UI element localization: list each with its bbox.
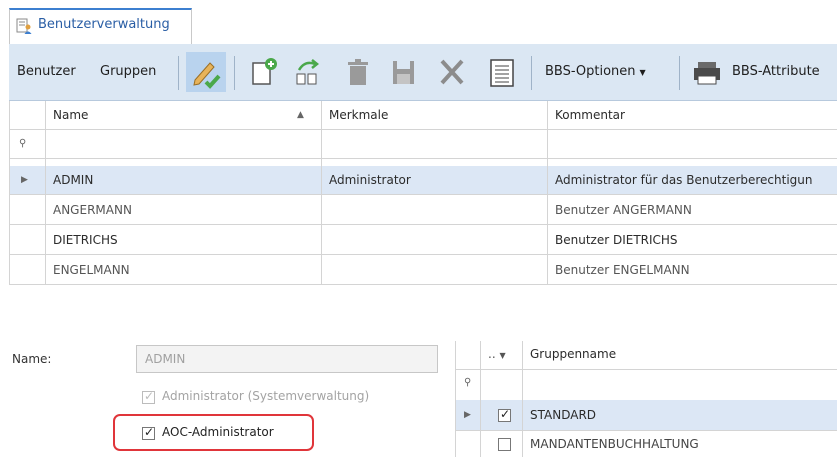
column-header-merkmale[interactable]: Merkmale [321,101,547,129]
benutzer-button[interactable]: Benutzer [17,52,76,92]
filter-dropdown-icon: ▼ [499,351,506,360]
column-header-kommentar[interactable]: Kommentar [547,101,837,129]
bbs-attribute-button[interactable]: BBS-Attribute [732,52,820,92]
name-field[interactable]: ADMIN [136,345,438,373]
group-check-column-header[interactable]: .. ▼ [488,347,506,361]
column-header-gruppenname[interactable]: Gruppenname [530,347,616,361]
checkmark-icon: ✓ [500,407,511,421]
sort-ascending-icon: ▲ [297,110,304,120]
cell-name: ADMIN [53,173,94,187]
grid-border [455,341,456,457]
cell-name: ANGERMANN [53,203,132,217]
filter-pin-icon: ⚲ [464,377,472,388]
cell-name: ENGELMANN [53,263,130,277]
cell-kommentar: Administrator für das Benutzerberechtigu… [555,173,813,187]
header-marker: .. [488,347,496,361]
cell-merkmale: Administrator [329,173,411,187]
admin-system-label: Administrator (Systemverwaltung) [162,389,370,403]
cell-merkmale [321,256,547,284]
bbs-optionen-dropdown[interactable]: BBS-Optionen ▼ [545,52,646,92]
admin-system-checkbox[interactable]: ✓ [142,389,155,404]
cell-merkmale [321,226,547,254]
groups-filter-row[interactable] [455,369,837,401]
cell-kommentar: Benutzer DIETRICHS [555,233,678,247]
copy-forward-icon[interactable] [287,52,327,92]
row-indicator-icon: ▶ [21,175,28,185]
ribbon-separator [679,56,680,90]
checkmark-icon: ✓ [144,425,155,439]
save-icon[interactable] [383,52,423,92]
grid-border [9,101,10,285]
table-row[interactable] [455,400,837,431]
grid-divider [480,341,481,457]
group-name-cell: STANDARD [530,408,597,422]
new-record-icon[interactable] [244,52,284,92]
close-x-icon[interactable] [432,52,472,92]
list-document-icon[interactable] [482,52,522,92]
grid-divider [321,101,322,285]
cell-kommentar: Benutzer ENGELMANN [555,263,690,277]
ribbon-separator [531,56,532,90]
printer-icon[interactable] [686,52,726,92]
column-header-name[interactable]: Name ▲ [45,101,321,129]
ribbon-separator [178,56,179,90]
row-indicator-icon: ▶ [464,410,471,420]
trash-icon[interactable] [338,52,378,92]
aoc-admin-label: AOC-Administrator [162,425,274,439]
user-admin-icon [16,18,32,34]
users-grid-header: Name ▲ Merkmale Kommentar [9,101,837,130]
checkmark-icon: ✓ [144,389,155,403]
tab-title: Benutzerverwaltung [38,17,170,32]
aoc-admin-checkbox[interactable]: ✓ [142,425,155,440]
chevron-down-icon: ▼ [639,68,646,77]
table-row[interactable]: ENGELMANN Benutzer ENGELMANN [9,256,837,285]
ribbon-separator [234,56,235,90]
cell-kommentar: Benutzer ANGERMANN [555,203,692,217]
grid-divider [547,101,548,285]
name-label: Name: [12,352,52,366]
grid-divider [522,341,523,457]
bbs-optionen-label: BBS-Optionen [545,64,636,79]
cell-name: DIETRICHS [53,233,118,247]
table-row[interactable]: DIETRICHS Benutzer DIETRICHS [9,226,837,255]
table-row[interactable]: ▶ ADMIN Administrator Administrator für … [9,166,837,195]
group-mandantenbuchhaltung-checkbox[interactable] [498,438,511,451]
edit-icon[interactable] [186,52,226,92]
grid-divider [45,101,46,285]
cell-merkmale [321,196,547,224]
table-row[interactable]: ANGERMANN Benutzer ANGERMANN [9,196,837,225]
group-name-cell: MANDANTENBUCHHALTUNG [530,437,699,451]
filter-row[interactable]: ⚲ [9,130,837,159]
gruppen-button[interactable]: Gruppen [100,52,156,92]
group-standard-checkbox[interactable]: ✓ [498,407,511,422]
groups-grid-header [455,341,837,370]
column-name-label: Name [53,108,89,122]
filter-pin-icon: ⚲ [19,138,27,149]
